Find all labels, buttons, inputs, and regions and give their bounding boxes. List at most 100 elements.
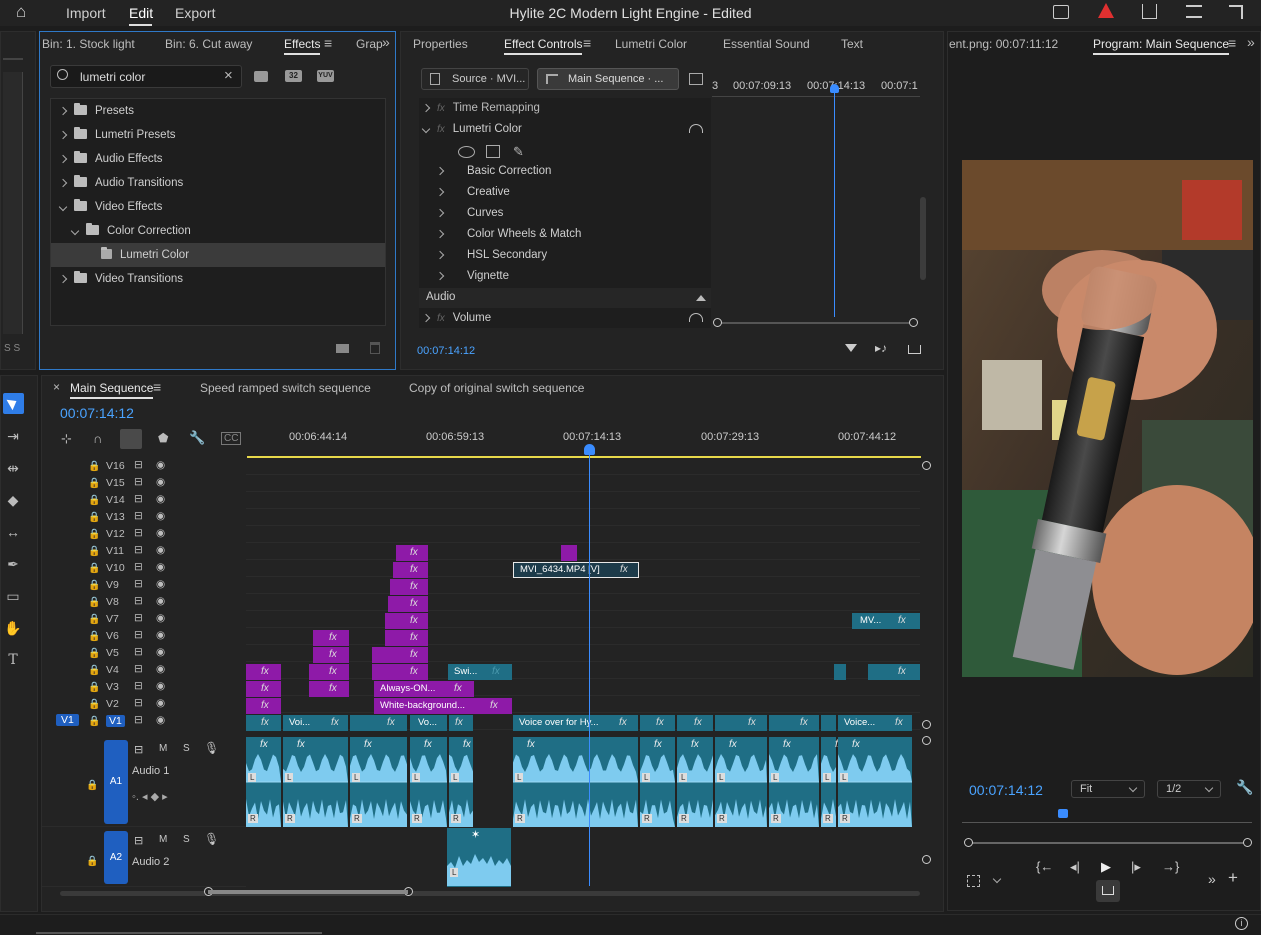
clip-white-background[interactable]: White-background... fx: [374, 698, 512, 714]
clip-fx[interactable]: fx: [246, 664, 281, 680]
lock-icon[interactable]: 🔒: [88, 597, 100, 608]
track-select-tool[interactable]: ⇥: [4, 427, 22, 445]
clip-fx[interactable]: fx: [246, 698, 281, 714]
resolution-select[interactable]: 1/2: [1157, 780, 1221, 798]
clip-fx[interactable]: fx: [396, 545, 428, 561]
audio-clip[interactable]: fxLR: [821, 737, 843, 827]
lock-icon[interactable]: 🔒: [88, 563, 100, 574]
clip-vo[interactable]: Vo...: [410, 715, 447, 731]
sync-lock-icon[interactable]: ⊟: [134, 680, 143, 692]
tab-main-sequence[interactable]: Main Sequence: [70, 381, 154, 399]
track-label[interactable]: V5: [106, 647, 119, 659]
clip-teal-small[interactable]: [834, 664, 846, 680]
eye-icon[interactable]: ◉: [156, 646, 165, 658]
eye-icon[interactable]: ◉: [156, 578, 165, 590]
timeline-timecode[interactable]: 00:07:14:12: [60, 405, 134, 421]
h-scroll-thumb[interactable]: [208, 890, 408, 894]
go-to-in-icon[interactable]: {←: [1036, 859, 1053, 874]
program-playhead[interactable]: [1058, 809, 1068, 818]
tab-text[interactable]: Text: [841, 37, 863, 51]
track-label[interactable]: V10: [106, 562, 125, 574]
clip-fx[interactable]: fx: [372, 647, 428, 663]
safe-margins-icon[interactable]: [967, 875, 980, 887]
settings-wrench-icon[interactable]: 🔧: [189, 430, 205, 446]
chevron-right-icon[interactable]: [435, 208, 445, 218]
v-scroll-bottom-handle[interactable]: [922, 855, 931, 864]
eye-icon[interactable]: ◉: [156, 595, 165, 607]
eye-icon[interactable]: ◉: [156, 663, 165, 675]
microphone-icon[interactable]: 🎙: [204, 832, 219, 846]
collapse-up-icon[interactable]: [696, 295, 706, 301]
lock-icon[interactable]: 🔒: [88, 614, 100, 625]
microphone-icon[interactable]: 🎙: [204, 741, 219, 755]
sync-lock-icon[interactable]: ⊟: [134, 561, 143, 573]
audio-clip[interactable]: fxLR: [283, 737, 348, 827]
track-label[interactable]: V4: [106, 664, 119, 676]
clip-fx[interactable]: fx: [313, 647, 349, 663]
chevron-right-icon[interactable]: [435, 166, 445, 176]
overflow-icon[interactable]: »: [1208, 871, 1216, 887]
clip-fx[interactable]: fx: [388, 596, 428, 612]
lock-icon[interactable]: 🔒: [88, 461, 100, 472]
lock-icon[interactable]: 🔒: [88, 699, 100, 710]
chevron-right-icon[interactable]: [58, 154, 68, 164]
wrench-icon[interactable]: 🔧: [1236, 779, 1253, 796]
search-input[interactable]: lumetri color: [80, 70, 145, 84]
ec-row-hsl-secondary[interactable]: HSL Secondary: [435, 249, 547, 261]
tab-bin-stock[interactable]: Bin: 1. Stock light: [42, 37, 135, 51]
panel-layout-icon[interactable]: [689, 73, 703, 85]
ec-row-creative[interactable]: Creative: [435, 186, 510, 198]
solo-button[interactable]: S: [183, 743, 190, 754]
export-tab[interactable]: Export: [175, 5, 215, 21]
sync-lock-icon[interactable]: ⊟: [134, 595, 143, 607]
tab-properties[interactable]: Properties: [413, 37, 468, 51]
lock-icon[interactable]: 🔒: [88, 546, 100, 557]
home-icon[interactable]: ⌂: [16, 2, 26, 22]
program-timecode[interactable]: 00:07:14:12: [969, 782, 1043, 798]
delete-icon[interactable]: [370, 342, 380, 354]
track-label[interactable]: V16: [106, 460, 125, 472]
slip-tool[interactable]: ↔: [4, 523, 22, 541]
lock-icon[interactable]: 🔒: [88, 580, 100, 591]
ellipse-mask-icon[interactable]: [458, 146, 475, 158]
sync-lock-icon[interactable]: ⊟: [134, 510, 143, 522]
ec-zoom-handle-left[interactable]: [713, 318, 722, 327]
eye-icon[interactable]: ◉: [156, 459, 165, 471]
tree-item-video-effects[interactable]: Video Effects: [58, 199, 162, 213]
keyframe-nav[interactable]: ◦. ◂ ◆ ▸: [132, 790, 168, 803]
clip-fx[interactable]: fx: [393, 562, 428, 578]
ec-row-lumetri-color[interactable]: fx Lumetri Color: [421, 123, 522, 135]
filter-icon[interactable]: [845, 344, 857, 352]
eye-icon[interactable]: ◉: [156, 714, 165, 726]
tab-essential-sound[interactable]: Essential Sound: [723, 37, 810, 51]
clip-fx[interactable]: fx: [246, 681, 281, 697]
tab-menu-icon[interactable]: ≡: [1228, 35, 1236, 51]
tab-copy-original[interactable]: Copy of original switch sequence: [409, 381, 584, 395]
new-bin-icon[interactable]: [336, 344, 349, 353]
tab-source-monitor[interactable]: ent.png: 00:07:11:12: [949, 37, 1058, 51]
sync-lock-icon[interactable]: ⊟: [134, 629, 143, 641]
audio-clip[interactable]: fxLR: [246, 737, 281, 827]
marker-icon[interactable]: ⬟: [158, 431, 168, 445]
source-patch-a2[interactable]: A2: [104, 831, 128, 884]
menu-icon[interactable]: [1186, 5, 1202, 18]
sync-lock-icon[interactable]: ⊟: [134, 646, 143, 658]
track-label[interactable]: V9: [106, 579, 119, 591]
tab-lumetri-color[interactable]: Lumetri Color: [615, 37, 687, 51]
track-label[interactable]: V12: [106, 528, 125, 540]
clip-fx[interactable]: fx: [385, 630, 428, 646]
track-label[interactable]: V14: [106, 494, 125, 506]
ec-zoom-handle-right[interactable]: [909, 318, 918, 327]
sync-lock-icon[interactable]: ⊟: [134, 714, 143, 726]
audio-clip[interactable]: fxLR: [715, 737, 767, 827]
chevron-right-icon[interactable]: [58, 178, 68, 188]
ec-row-basic-correction[interactable]: Basic Correction: [435, 165, 551, 177]
lock-icon[interactable]: 🔒: [88, 682, 100, 693]
clip-v1[interactable]: fx: [677, 715, 713, 731]
tab-menu-icon[interactable]: ≡: [324, 35, 332, 51]
chevron-right-icon[interactable]: [58, 274, 68, 284]
sync-lock-icon[interactable]: ⊟: [134, 459, 143, 471]
eye-icon[interactable]: ◉: [156, 561, 165, 573]
lock-icon[interactable]: 🔒: [86, 856, 98, 867]
clip-mvi-6434-selected[interactable]: MVI_6434.MP4 [V] fx: [513, 562, 639, 578]
